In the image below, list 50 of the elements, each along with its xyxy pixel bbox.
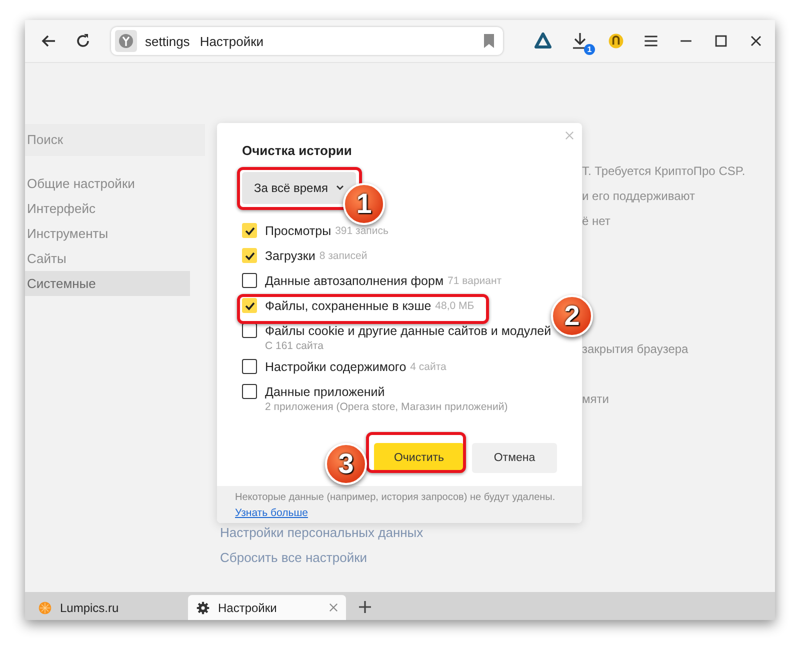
dialog-title: Очистка истории xyxy=(242,143,353,158)
address-title: Настройки xyxy=(200,34,264,48)
option-label: Данные автозаполнения форм xyxy=(265,274,444,288)
learn-more-link[interactable]: Узнать больше xyxy=(235,507,308,519)
option-label: Настройки содержимого xyxy=(265,360,406,374)
setting-text: и его поддерживают xyxy=(582,188,696,205)
option-count: 391 запись xyxy=(335,224,388,236)
sidebar-item[interactable]: Системные xyxy=(25,271,190,296)
option-count: 8 записей xyxy=(319,250,368,262)
option-count: 2 приложения (Opera store, Магазин приложений) xyxy=(264,401,509,413)
sidebar-item[interactable]: Инструменты xyxy=(25,221,190,246)
triangle-icon[interactable] xyxy=(533,31,553,51)
cancel-button[interactable]: Отмена xyxy=(472,443,557,473)
caret-icon xyxy=(336,185,344,191)
checkbox[interactable] xyxy=(242,384,257,399)
sidebar-item[interactable]: Общие настройки xyxy=(25,171,190,196)
checkbox[interactable] xyxy=(242,323,257,338)
checkbox[interactable] xyxy=(242,273,257,288)
option-count: 48,0 МБ xyxy=(435,300,474,312)
sidebar-item[interactable]: Сайты xyxy=(25,246,190,271)
new-tab-icon[interactable] xyxy=(358,600,372,614)
setting-text: закрытия браузера xyxy=(582,341,690,358)
setting-text: ё нет xyxy=(582,213,612,230)
browser-tab[interactable]: Настройки xyxy=(188,595,346,620)
sidebar-item[interactable]: Интерфейс xyxy=(25,196,190,221)
citrus-icon xyxy=(38,600,52,614)
option-label: Загрузки xyxy=(265,248,316,262)
search-field[interactable]: Поиск xyxy=(25,124,205,156)
bookmark-icon[interactable] xyxy=(483,34,495,48)
option-count: С 161 сайта xyxy=(264,340,324,352)
address-site: settings xyxy=(145,34,190,48)
setting-text: Т. Требуется КриптоПро CSP. xyxy=(582,163,746,180)
period-dropdown[interactable]: За всё время xyxy=(242,172,356,204)
checkbox[interactable] xyxy=(242,359,257,374)
download-count-badge: 1 xyxy=(584,44,595,55)
option-label: Данные приложений xyxy=(265,384,385,398)
settings-link[interactable]: Настройки персональных данных xyxy=(220,520,775,545)
coin-icon[interactable] xyxy=(607,32,625,50)
browser-logo-icon xyxy=(115,30,137,52)
gear-icon xyxy=(196,600,210,614)
browser-tab[interactable]: Lumpics.ru xyxy=(30,595,188,620)
option-label: Файлы cookie и другие данные сайтов и модулей xyxy=(265,324,552,338)
option-label: Файлы, сохраненные в кэше xyxy=(265,298,432,312)
option-count: 4 сайта xyxy=(410,360,446,372)
footer-note: Некоторые данные (например, история запросов) не будут удалены. xyxy=(235,492,556,503)
settings-link[interactable]: Сбросить все настройки xyxy=(220,545,775,570)
option-label: Просмотры xyxy=(265,224,332,238)
address-bar[interactable]: settings Настройки xyxy=(111,27,503,55)
setting-text: мяти xyxy=(582,391,610,408)
option-count: 71 вариант xyxy=(448,274,502,286)
